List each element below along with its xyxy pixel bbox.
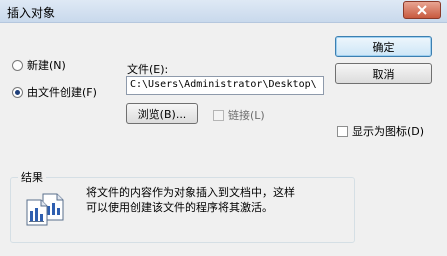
insert-object-icon	[25, 192, 69, 229]
create-new-option[interactable]: 新建(N)	[12, 57, 66, 73]
create-from-file-radio[interactable]	[12, 86, 23, 98]
create-new-radio[interactable]	[12, 59, 23, 71]
create-from-file-label: 由文件创建(F)	[27, 86, 97, 99]
display-as-icon-label: 显示为图标(D)	[352, 125, 425, 138]
close-button[interactable]	[403, 1, 441, 19]
ok-button[interactable]: 确定	[335, 36, 432, 57]
link-label: 链接(L)	[228, 109, 265, 122]
ok-button-label: 确定	[372, 40, 395, 54]
create-from-file-option[interactable]: 由文件创建(F)	[12, 84, 97, 100]
create-new-label: 新建(N)	[27, 59, 66, 72]
display-as-icon-checkbox[interactable]	[337, 125, 348, 137]
result-title: 结果	[18, 169, 46, 185]
close-icon	[417, 5, 427, 15]
cancel-button[interactable]: 取消	[335, 63, 432, 84]
browse-button[interactable]: 浏览(B)...	[126, 103, 198, 124]
result-text-line2: 可以使用创建该文件的程序将其激活。	[86, 201, 273, 214]
file-label: 文件(E):	[127, 63, 169, 76]
link-option[interactable]: 链接(L)	[213, 107, 265, 123]
cancel-button-label: 取消	[372, 67, 395, 81]
browse-button-label: 浏览(B)...	[137, 107, 187, 121]
result-text-line1: 将文件的内容作为对象插入到文档中，这样	[86, 186, 295, 199]
display-as-icon-option[interactable]: 显示为图标(D)	[337, 123, 424, 139]
file-path-input[interactable]: C:\Users\Administrator\Desktop\	[126, 76, 324, 95]
window-title: 插入对象	[7, 6, 56, 20]
title-bar: 插入对象	[0, 0, 447, 23]
result-description: 将文件的内容作为对象插入到文档中，这样 可以使用创建该文件的程序将其激活。	[86, 185, 326, 215]
link-checkbox[interactable]	[213, 109, 224, 121]
insert-object-dialog: 插入对象 新建(N) 由文件创建(F) 文件(E): C:\Users\Admi…	[0, 0, 447, 256]
